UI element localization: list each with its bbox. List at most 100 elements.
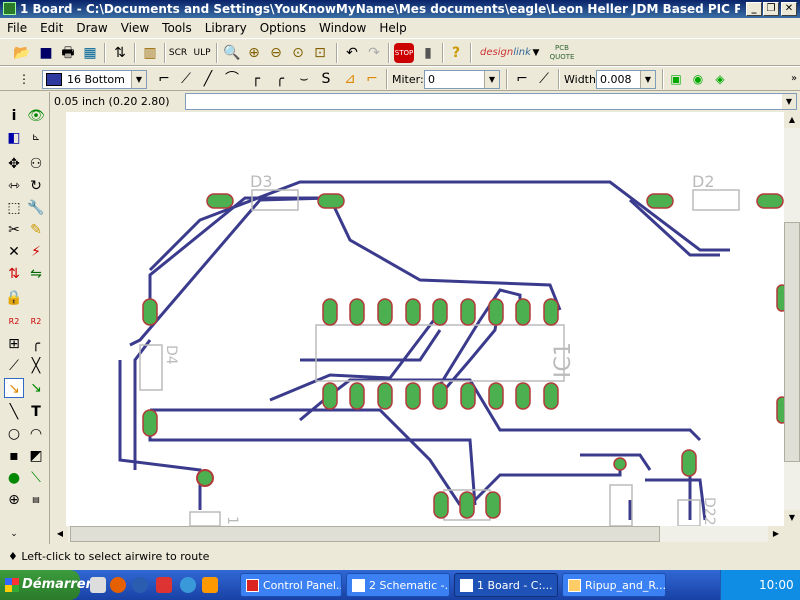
menu-draw[interactable]: Draw (69, 18, 113, 35)
show-icon[interactable]: 👁 (26, 106, 46, 126)
paste-icon[interactable]: ✂ (4, 220, 24, 240)
info-icon[interactable]: i (4, 106, 24, 126)
task-ripup[interactable]: Ripup_and_R... (562, 573, 666, 597)
save-icon[interactable]: ■ (36, 43, 56, 63)
split-icon[interactable]: ⟋ (4, 356, 24, 376)
stop-icon[interactable]: STOP (394, 43, 414, 63)
horizontal-scrollbar[interactable]: ◀ ▶ (52, 526, 784, 542)
value-icon[interactable]: R2 (26, 312, 46, 332)
windows-app-icon[interactable] (202, 577, 218, 593)
more-tools-icon[interactable]: ⌄ (4, 524, 24, 544)
zoom-out-icon[interactable]: ⊖ (266, 43, 286, 63)
redo-icon[interactable]: ↷ (364, 43, 384, 63)
follow-me-icon[interactable]: ⊿ (340, 69, 360, 89)
bend-style-5-icon[interactable]: ╭ (270, 69, 290, 89)
media-icon[interactable] (180, 577, 196, 593)
zoom-fit-icon[interactable]: 🔍 (222, 43, 242, 63)
optimize-icon[interactable]: ╳ (26, 356, 46, 376)
bend-style-4-icon[interactable]: ┌ (246, 69, 266, 89)
menu-file[interactable]: File (0, 18, 33, 35)
menu-tools[interactable]: Tools (155, 18, 198, 35)
print-icon[interactable]: 🖶 (58, 43, 78, 63)
scroll-left-icon[interactable]: ◀ (52, 526, 68, 542)
design-link-icon[interactable]: designlink (480, 43, 531, 63)
miter-select[interactable]: 0 ▼ (424, 70, 500, 89)
bend-style-1-icon[interactable]: ⟋ (176, 69, 196, 89)
help-icon[interactable]: ? (446, 43, 466, 63)
menu-edit[interactable]: Edit (33, 18, 69, 35)
lock-icon[interactable]: ⇋ (26, 264, 46, 284)
smash-icon[interactable]: ⊞ (4, 334, 24, 354)
display-icon[interactable]: ◧ (4, 128, 24, 148)
menu-help[interactable]: Help (372, 18, 412, 35)
via-square-icon[interactable]: ▣ (666, 69, 686, 89)
design-link-dropdown-icon[interactable]: ▼ (530, 43, 542, 63)
task-board[interactable]: 1 Board - C:... (454, 573, 558, 597)
hole-icon[interactable]: ⊕ (4, 490, 24, 510)
mark-icon[interactable]: ⊾ (26, 128, 46, 148)
signal-icon[interactable]: ⟍ (26, 468, 46, 488)
horizontal-scroll-thumb[interactable] (70, 526, 660, 542)
board-canvas[interactable]: D3 D2 D4 IC1 D22 1 (66, 112, 784, 526)
command-input[interactable]: ▼ (185, 93, 797, 110)
add-icon[interactable]: ⚡ (26, 242, 46, 262)
lock-part-icon[interactable]: 🔒 (4, 288, 24, 308)
via-round-icon[interactable]: ◉ (688, 69, 708, 89)
miter-straight-icon[interactable]: ⟋ (534, 69, 554, 89)
delete-icon[interactable]: ✎ (26, 220, 46, 240)
show-desktop-icon[interactable] (90, 577, 106, 593)
firefox-icon[interactable] (110, 577, 126, 593)
name-icon[interactable]: R2 (4, 312, 24, 332)
undo-icon[interactable]: ↶ (342, 43, 362, 63)
zoom-in-icon[interactable]: ⊕ (244, 43, 264, 63)
ratsnest-icon[interactable]: ▤ (26, 490, 46, 510)
task-control-panel[interactable]: Control Panel... (240, 573, 342, 597)
change-icon[interactable]: 🔧 (26, 198, 46, 218)
width-select[interactable]: 0.008 ▼ (596, 70, 656, 89)
pcb-quote-icon[interactable]: PCB QUOTE (544, 43, 580, 63)
wire-icon[interactable]: ╲ (4, 402, 24, 422)
redraw-icon[interactable]: ⊙ (288, 43, 308, 63)
bend-style-2-icon[interactable]: ╱ (198, 69, 218, 89)
toolbar-more-icon[interactable]: » (784, 69, 800, 89)
rect-icon[interactable]: ▪ (4, 446, 24, 466)
layer-select[interactable]: 16 Bottom ▼ (42, 70, 147, 89)
scroll-up-icon[interactable]: ▲ (784, 112, 800, 128)
miter-round-icon[interactable]: ⌐ (512, 69, 532, 89)
via-icon[interactable]: ● (4, 468, 24, 488)
scroll-right-icon[interactable]: ▶ (768, 526, 784, 542)
opera-icon[interactable] (156, 577, 172, 593)
mirror-icon[interactable]: ⇿ (4, 176, 24, 196)
miter-tool-icon[interactable]: ╭ (26, 334, 46, 354)
script-icon[interactable]: ⇅ (110, 43, 130, 63)
copy-icon[interactable]: ⚇ (26, 154, 46, 174)
circle-icon[interactable]: ○ (4, 424, 24, 444)
scr-icon[interactable]: SCR (168, 43, 188, 63)
library-icon[interactable]: ▥ (140, 43, 160, 63)
bend-style-7-icon[interactable]: S (316, 69, 336, 89)
ripup-icon[interactable]: ↘ (26, 378, 46, 398)
close-button[interactable]: ✕ (781, 2, 797, 16)
polygon-icon[interactable]: ◩ (26, 446, 46, 466)
bend-style-3-icon[interactable]: ⌒ (222, 69, 242, 89)
rotate-icon[interactable]: ↻ (26, 176, 46, 196)
menu-options[interactable]: Options (253, 18, 312, 35)
route-tool-icon[interactable]: ↘ (4, 378, 24, 398)
go-icon[interactable]: ▮ (418, 43, 438, 63)
bend-style-6-icon[interactable]: ⌣ (294, 69, 314, 89)
globe-icon[interactable] (132, 577, 148, 593)
cut-icon[interactable]: ✕ (4, 242, 24, 262)
menu-view[interactable]: View (114, 18, 155, 35)
zoom-select-icon[interactable]: ⊡ (310, 43, 330, 63)
task-schematic[interactable]: 2 Schematic -... (346, 573, 450, 597)
text-icon[interactable]: T (26, 402, 46, 422)
move-icon[interactable]: ✥ (4, 154, 24, 174)
vertical-scrollbar[interactable]: ▲ ▼ (784, 112, 800, 526)
vertical-scroll-thumb[interactable] (784, 222, 800, 462)
replace-icon[interactable]: ⇅ (4, 264, 24, 284)
chevron-down-icon[interactable]: ▼ (782, 94, 796, 109)
scroll-down-icon[interactable]: ▼ (784, 510, 800, 526)
minimize-button[interactable]: _ (746, 2, 762, 16)
arc-icon[interactable]: ◠ (26, 424, 46, 444)
route-icon[interactable]: ⌐ (362, 69, 382, 89)
